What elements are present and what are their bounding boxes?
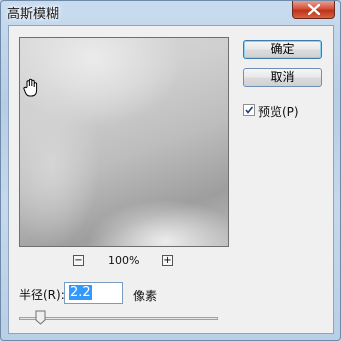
radius-slider-track[interactable]: [19, 317, 218, 320]
radius-slider-thumb[interactable]: [35, 310, 46, 325]
blur-preview-area[interactable]: [19, 37, 229, 247]
window-title: 高斯模糊: [7, 7, 60, 22]
zoom-level: 100%: [108, 254, 140, 267]
title-bar[interactable]: 高斯模糊: [1, 1, 340, 23]
preview-label: 预览(P): [258, 105, 299, 119]
ok-button[interactable]: 确定: [243, 40, 322, 59]
hand-cursor-icon: [23, 78, 38, 97]
radius-unit: 像素: [133, 289, 158, 303]
close-icon: [308, 4, 320, 15]
radius-input[interactable]: 2.2: [64, 282, 123, 304]
radius-value: 2.2: [69, 285, 92, 300]
cancel-button[interactable]: 取消: [243, 68, 322, 87]
zoom-in-button[interactable]: +: [162, 255, 173, 266]
checkmark-icon: [245, 106, 254, 114]
dialog-body: − 100% + 确定 取消 预览(P) 半径(R): 2.2 像素: [8, 25, 334, 334]
close-button[interactable]: [292, 1, 335, 19]
dialog-window: 高斯模糊 − 100% + 确定 取消 预览(P) 半径(R): 2.2 像素: [0, 0, 341, 341]
zoom-out-button[interactable]: −: [73, 255, 84, 266]
radius-label: 半径(R):: [19, 288, 65, 302]
preview-checkbox[interactable]: [243, 104, 255, 116]
